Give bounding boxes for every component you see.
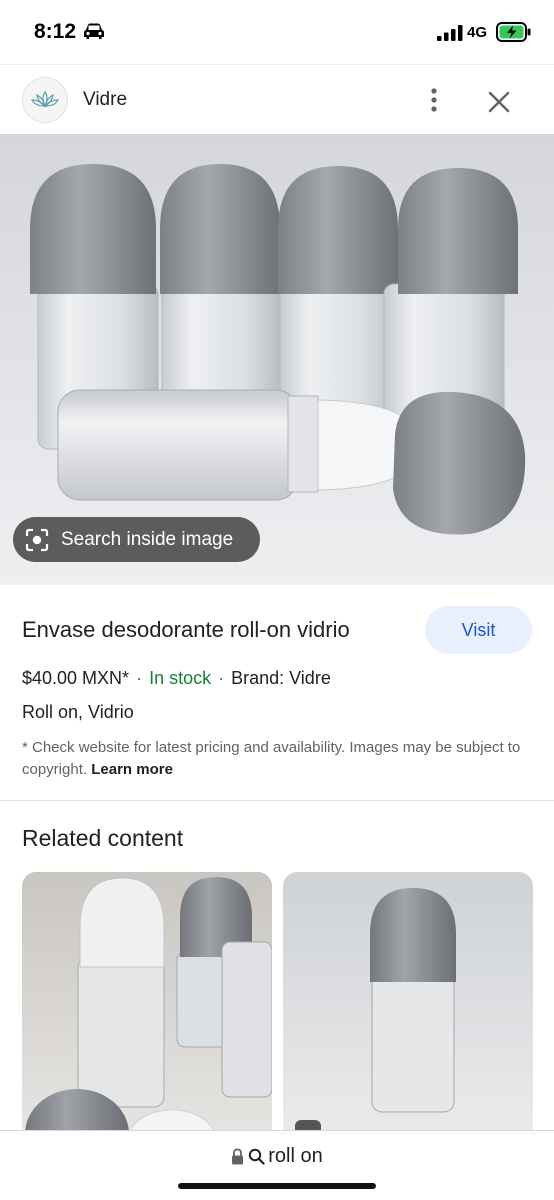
lens-icon <box>25 528 49 551</box>
search-inside-image-button[interactable]: Search inside image <box>13 517 260 562</box>
site-header: Vidre <box>0 64 554 134</box>
site-logo[interactable] <box>22 77 68 123</box>
stock-status: In stock <box>149 668 212 688</box>
site-name[interactable]: Vidre <box>83 89 127 111</box>
related-card[interactable] <box>283 872 533 1142</box>
network-type: 4G <box>467 24 488 41</box>
lotus-logo-icon <box>31 90 59 108</box>
divider <box>0 800 554 801</box>
learn-more-link[interactable]: Learn more <box>91 761 173 778</box>
disclaimer: * Check website for latest pricing and a… <box>22 737 522 781</box>
lock-icon <box>232 1148 244 1165</box>
search-inside-label: Search inside image <box>61 528 234 550</box>
separator-dot: · <box>218 668 225 688</box>
product-image[interactable]: Search inside image <box>0 134 554 585</box>
product-title[interactable]: Envase desodorante roll-on vidrio <box>22 617 350 643</box>
search-icon <box>249 1148 265 1165</box>
related-content-title: Related content <box>22 825 184 851</box>
brand: Brand: Vidre <box>231 668 331 688</box>
related-image <box>22 872 272 1142</box>
visit-button[interactable]: Visit <box>425 606 532 654</box>
product-categories: Roll on, Vidrio <box>22 702 134 722</box>
home-indicator <box>178 1183 376 1189</box>
related-card[interactable] <box>22 872 272 1142</box>
car-icon <box>84 23 104 39</box>
url-bar[interactable]: roll on <box>0 1130 554 1200</box>
battery-charging-icon <box>496 22 531 42</box>
url-content: roll on <box>0 1145 554 1168</box>
signal-icon <box>437 25 463 41</box>
more-vert-icon[interactable] <box>420 85 448 115</box>
status-bar: 8:12 4G <box>0 0 554 64</box>
price: $40.00 MXN* <box>22 668 130 688</box>
price-row: $40.00 MXN* · In stock · Brand: Vidre <box>22 668 331 689</box>
related-image <box>283 872 533 1142</box>
separator-dot: · <box>136 668 143 688</box>
status-time: 8:12 <box>34 20 77 43</box>
url-query: roll on <box>268 1145 323 1167</box>
close-icon[interactable] <box>484 87 514 117</box>
